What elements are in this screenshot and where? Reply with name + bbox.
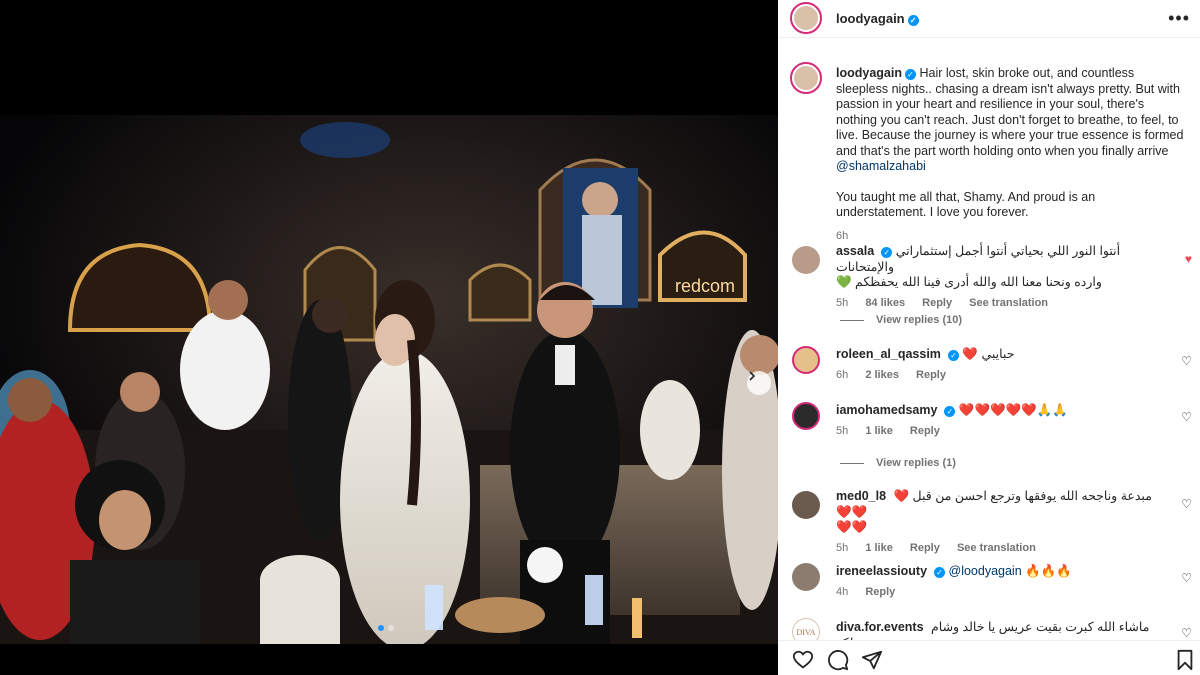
comment-like-heart-icon[interactable]: ♡	[1181, 497, 1192, 511]
comment-likes[interactable]: 1 like	[865, 425, 893, 437]
commenter-avatar[interactable]	[792, 346, 820, 374]
comment-text-line2: ❤️❤️	[836, 520, 868, 534]
save-bookmark-icon[interactable]	[1174, 649, 1196, 671]
post-actions-bar	[778, 640, 1200, 675]
comment-like-heart-icon[interactable]: ♡	[1181, 354, 1192, 368]
see-translation-button[interactable]: See translation	[957, 542, 1036, 554]
comment-meta: 5h 84 likes Reply See translation	[836, 296, 1166, 312]
comment-meta: 4h Reply	[836, 585, 1166, 601]
view-replies-button[interactable]: View replies (10)	[840, 314, 962, 326]
reply-button[interactable]: Reply	[865, 586, 895, 598]
divider-line	[840, 319, 864, 321]
comment-time: 4h	[836, 585, 849, 598]
post-caption: loodyagain ✓ Hair lost, skin broke out, a…	[836, 66, 1188, 244]
post-header: loodyagain ✓ •••	[778, 0, 1200, 38]
comment-meta: 5h 1 like Reply See translation	[836, 541, 1166, 557]
comment-likes[interactable]: 1 like	[865, 542, 893, 554]
author-avatar[interactable]	[790, 2, 822, 34]
commenter-username[interactable]: ireneelassiouty	[836, 564, 927, 578]
commenter-username[interactable]: med0_l8	[836, 489, 886, 503]
next-photo-button[interactable]	[747, 371, 771, 395]
verified-badge-icon: ✓	[934, 567, 946, 578]
comment-text: 🔥🔥🔥	[1025, 564, 1072, 578]
commenter-avatar[interactable]	[792, 246, 820, 274]
view-replies-button[interactable]: View replies (1)	[840, 457, 956, 469]
reply-button[interactable]: Reply	[916, 369, 946, 381]
comment-like-heart-icon[interactable]: ♡	[1181, 571, 1192, 585]
commenter-username[interactable]: assala	[836, 244, 874, 258]
more-options-icon[interactable]: •••	[1168, 8, 1190, 29]
comment-body: ireneelassiouty ✓ @loodyagain 🔥🔥🔥 4h Repl…	[836, 564, 1166, 600]
commenter-avatar[interactable]	[792, 491, 820, 519]
view-replies-text[interactable]: View replies (1)	[876, 457, 956, 469]
verified-badge-icon: ✓	[944, 406, 956, 417]
comment-body: assala ✓ أنتوا النور اللي بحياتي أنتوا أج…	[836, 244, 1166, 311]
author-username[interactable]: loodyagain ✓	[836, 11, 919, 26]
reply-button[interactable]: Reply	[922, 297, 952, 309]
comment-likes[interactable]: 2 likes	[865, 369, 899, 381]
verified-badge-icon: ✓	[907, 15, 919, 26]
reply-button[interactable]: Reply	[910, 542, 940, 554]
divider-line	[840, 462, 864, 464]
carousel-indicator	[378, 625, 394, 631]
caption-author-avatar[interactable]	[790, 62, 822, 94]
comment-body: diva.for.events ماشاء الله كبرت بقيت عري…	[836, 620, 1166, 640]
commenter-username[interactable]: iamohamedsamy	[836, 403, 937, 417]
caption-text-2: You taught me all that, Shamy. And proud…	[836, 189, 1096, 220]
comment-text: أنتوا النور اللي بحياتي أنتوا أجمل إستثم…	[836, 244, 1121, 274]
verified-badge-icon: ✓	[947, 350, 959, 361]
comment-text-line2: وارده ونحنا معنا الله والله أدرى فينا ال…	[836, 275, 1102, 289]
caption-username[interactable]: loodyagain	[836, 66, 902, 80]
chevron-right-icon	[749, 371, 756, 381]
caption-meta: 6h	[836, 229, 1188, 245]
photo-bottom-bar	[0, 644, 778, 675]
commenter-username[interactable]: diva.for.events	[836, 620, 924, 634]
author-username-text[interactable]: loodyagain	[836, 11, 905, 26]
event-photo-illustration: redcom	[0, 0, 778, 644]
comment-body: roleen_al_qassim ✓ حبايبي ❤️ 6h 2 likes R…	[836, 347, 1166, 383]
see-translation-button[interactable]: See translation	[969, 297, 1048, 309]
comment-mention-link[interactable]: @loodyagain	[949, 564, 1022, 578]
comment-time: 5h	[836, 296, 849, 309]
verified-badge-icon: ✓	[881, 247, 893, 258]
comment-meta: 5h 1 like Reply	[836, 424, 1166, 440]
comment-time: 5h	[836, 541, 849, 554]
verified-badge-icon: ✓	[904, 69, 916, 80]
comment-body: med0_l8 مبدعة وناجحه الله يوفقها وترجع ا…	[836, 489, 1166, 556]
caption-time: 6h	[836, 229, 849, 242]
like-heart-icon[interactable]	[792, 649, 814, 671]
commenter-avatar[interactable]	[792, 563, 820, 591]
comment-meta: 6h 2 likes Reply	[836, 368, 1166, 384]
comments-scroll-area[interactable]: loodyagain ✓ Hair lost, skin broke out, a…	[778, 38, 1200, 640]
post-photo[interactable]: redcom	[0, 0, 778, 644]
reply-button[interactable]: Reply	[910, 425, 940, 437]
commenter-avatar[interactable]: DIVA	[792, 618, 820, 640]
comment-body: iamohamedsamy ✓ ❤️❤️❤️❤️❤️🙏🙏 5h 1 like Re…	[836, 403, 1166, 439]
instagram-post-window: redcom loodyagain ✓ ••• loodyagain ✓ Hai…	[0, 0, 1200, 675]
comment-time: 6h	[836, 368, 849, 381]
post-details-panel: loodyagain ✓ ••• loodyagain ✓ Hair lost, s…	[778, 0, 1200, 675]
comment-time: 5h	[836, 424, 849, 437]
comment-like-heart-icon[interactable]: ♡	[1181, 626, 1192, 640]
caption-mention-link[interactable]: @shamalzahabi	[836, 159, 926, 173]
comment-likes[interactable]: 84 likes	[865, 297, 905, 309]
share-paper-plane-icon[interactable]	[861, 649, 883, 671]
comment-text: حبايبي ❤️	[962, 347, 1015, 361]
view-replies-text[interactable]: View replies (10)	[876, 314, 962, 326]
commenter-username[interactable]: roleen_al_qassim	[836, 347, 941, 361]
comment-like-heart-icon[interactable]: ♡	[1181, 410, 1192, 424]
comment-bubble-icon[interactable]	[827, 649, 849, 671]
commenter-avatar[interactable]	[792, 402, 820, 430]
carousel-dot	[388, 625, 394, 631]
carousel-dot-active	[378, 625, 384, 631]
comment-text: ❤️❤️❤️❤️❤️🙏🙏	[958, 403, 1068, 417]
comment-like-heart-icon[interactable]: ♥	[1185, 252, 1192, 266]
screen-logo-text: redcom	[675, 276, 735, 296]
